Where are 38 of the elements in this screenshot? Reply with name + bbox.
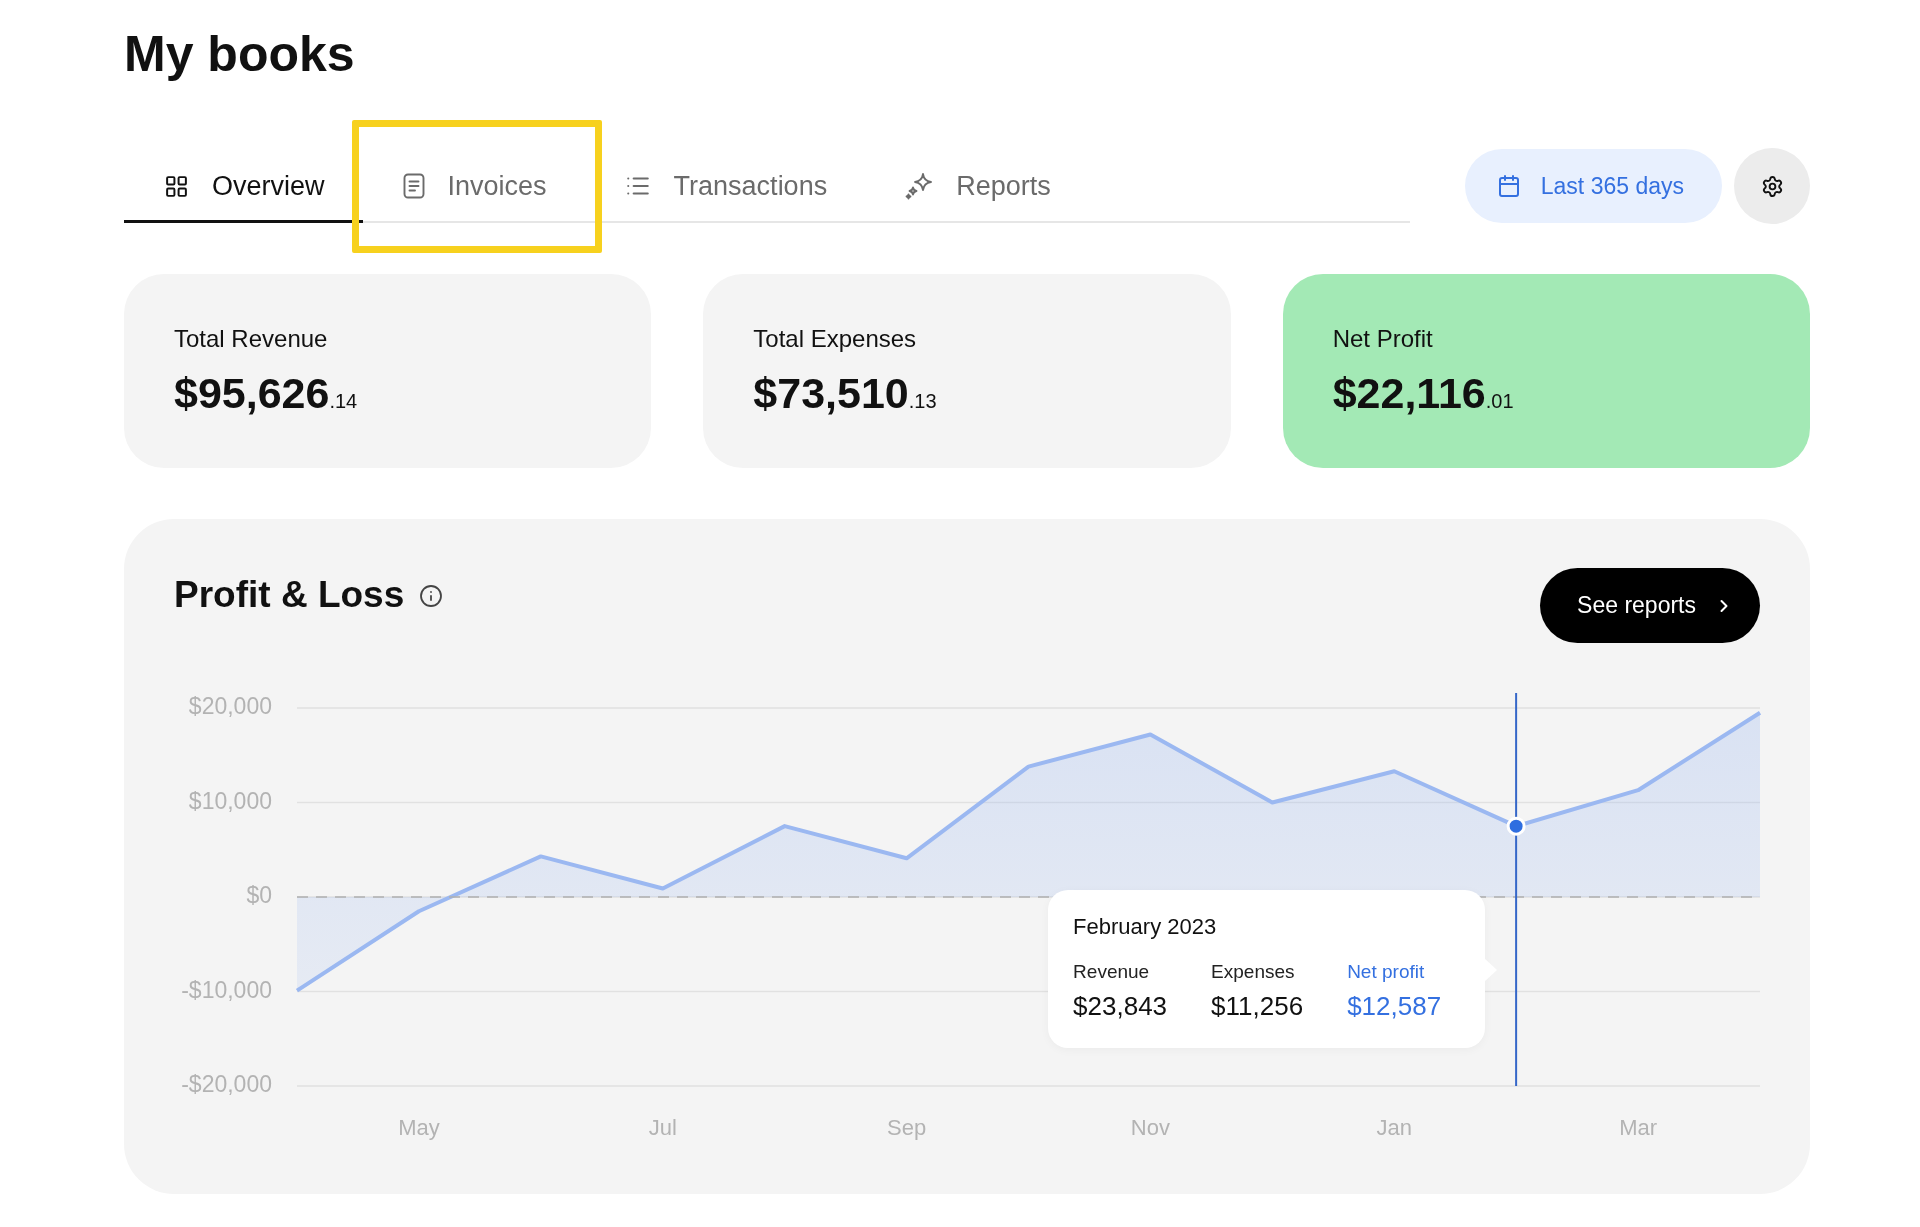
tooltip-value: $23,843: [1073, 990, 1168, 1022]
x-axis-label: Mar: [1619, 1114, 1658, 1140]
y-axis-label: -$10,000: [181, 976, 272, 1003]
x-axis-label: Nov: [1130, 1114, 1170, 1140]
tooltip-title: February 2023: [1073, 914, 1217, 940]
calendar-icon: [1496, 174, 1521, 198]
see-reports-button[interactable]: See reports: [1540, 568, 1760, 643]
card-label: Total Revenue: [174, 324, 328, 354]
info-icon[interactable]: [419, 584, 444, 608]
tooltip-value: $12,587: [1347, 990, 1442, 1022]
tooltip-label: Net profit: [1347, 960, 1425, 984]
tab[interactable]: Invoices: [362, 149, 585, 223]
grid-icon: [164, 173, 189, 199]
x-axis-label: Sep: [887, 1114, 927, 1140]
card-amount: $22,116.01: [1332, 368, 1514, 419]
tooltip-value: $11,256: [1211, 990, 1304, 1022]
panel-title: Profit & Loss: [174, 573, 405, 617]
tooltip-label: Revenue: [1073, 960, 1150, 984]
tab[interactable]: Overview: [124, 149, 363, 223]
y-axis-label: $20,000: [188, 693, 272, 720]
tab[interactable]: Reports: [865, 149, 1089, 223]
card-label: Total Expenses: [753, 324, 917, 354]
document-icon: [402, 173, 425, 199]
sparkle-icon: [905, 172, 934, 200]
x-axis-label: May: [398, 1114, 440, 1140]
card-label: Net Profit: [1332, 324, 1433, 354]
x-axis-label: Jan: [1376, 1114, 1412, 1140]
settings-icon: [1760, 174, 1784, 198]
x-axis-label: Jul: [648, 1114, 677, 1140]
tab[interactable]: Transactions: [584, 149, 866, 223]
card-amount: $95,626.14: [174, 368, 358, 419]
y-axis-label: $10,000: [188, 787, 272, 814]
date-range-button[interactable]: Last 365 days: [1464, 149, 1722, 223]
page-title: My books: [124, 25, 355, 84]
tooltip-label: Expenses: [1211, 960, 1295, 984]
y-axis-label: -$20,000: [181, 1071, 272, 1098]
card-amount: $73,510.13: [753, 368, 937, 419]
y-axis-label: $0: [246, 882, 272, 909]
